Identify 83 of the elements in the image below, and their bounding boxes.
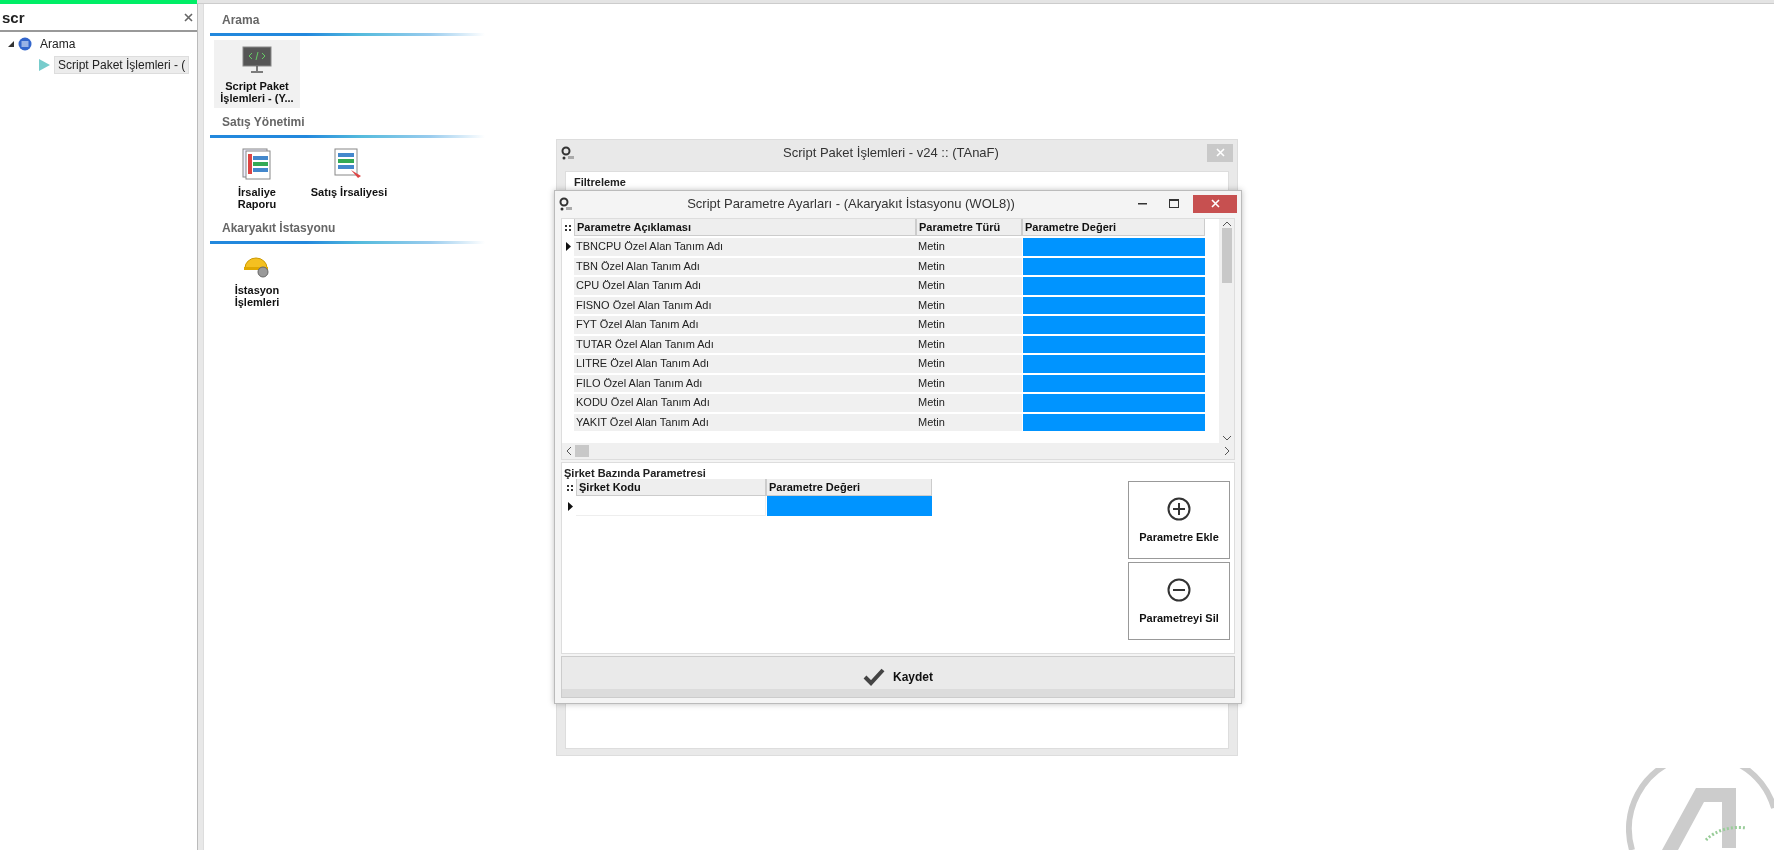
minus-circle-icon (1167, 578, 1191, 602)
table-cell: KODU Özel Alan Tanım Adı (574, 394, 916, 412)
column-header[interactable]: Parametre Değeri (766, 479, 932, 496)
table-cell: Metin (916, 316, 1022, 334)
value-cell[interactable] (1022, 394, 1205, 412)
value-cell[interactable] (1022, 355, 1205, 373)
table-cell: FISNO Özel Alan Tanım Adı (574, 296, 916, 314)
table-cell: TBNCPU Özel Alan Tanım Adı (574, 238, 916, 256)
tree-item[interactable]: Script Paket İşlemleri - ( (54, 55, 190, 74)
value-cell[interactable] (1022, 335, 1205, 353)
splitter[interactable] (197, 4, 204, 850)
column-header[interactable]: Parametre Türü (916, 219, 1022, 236)
table-cell: Metin (916, 277, 1022, 295)
chevron-right-icon (1225, 447, 1230, 455)
menu-tile[interactable]: Satış İrsaliyesi (306, 142, 392, 214)
close-button[interactable] (1207, 143, 1233, 162)
section-title: Akaryakıt İstasyonu (222, 220, 337, 236)
table-cell: Metin (916, 238, 1022, 256)
scrollbar-thumb[interactable] (575, 445, 589, 457)
monitor-code-icon (242, 46, 272, 74)
grip-icon (565, 223, 571, 232)
table-cell: Metin (916, 355, 1022, 373)
table-cell[interactable] (576, 496, 766, 516)
table-cell: FILO Özel Alan Tanım Adı (574, 374, 916, 392)
value-cell[interactable] (1022, 257, 1205, 275)
close-icon (184, 12, 193, 22)
table-cell: TUTAR Özel Alan Tanım Adı (574, 335, 916, 353)
column-header[interactable]: Parametre Değeri (1022, 219, 1205, 236)
tree-item[interactable]: Arama (36, 34, 80, 53)
group-title: Şirket Bazında Parametresi (564, 467, 707, 479)
close-button[interactable] (1193, 194, 1237, 213)
scrollbar[interactable] (562, 443, 1234, 459)
table-cell: CPU Özel Alan Tanım Adı (574, 277, 916, 295)
play-icon (38, 58, 50, 71)
search-query: scr (2, 8, 25, 26)
column-header[interactable]: Şirket Kodu (576, 479, 766, 496)
value-cell[interactable] (1022, 374, 1205, 392)
close-icon (1215, 148, 1225, 157)
add-button[interactable]: Parametre Ekle (1128, 481, 1230, 559)
value-cell[interactable] (1022, 296, 1205, 314)
scrollbar[interactable] (1219, 219, 1234, 443)
close-icon (1210, 199, 1220, 208)
value-cell[interactable] (1022, 238, 1205, 256)
table-cell: LITRE Özel Alan Tanım Adı (574, 355, 916, 373)
column-header[interactable]: Parametre Açıklaması (574, 219, 916, 236)
table-cell: FYT Özel Alan Tanım Adı (574, 316, 916, 334)
menu-tile[interactable]: Script Paket İşlemleri - (Y... (214, 40, 300, 108)
remove-button[interactable]: Parametreyi Sil (1128, 562, 1230, 640)
expanded-arrow-icon[interactable] (8, 40, 14, 47)
gear-icon (559, 196, 573, 211)
section-title: Satış Yönetimi (222, 114, 306, 130)
list-circle-icon (18, 36, 32, 51)
chevron-left-icon (566, 447, 571, 455)
save-button[interactable]: Kaydet (561, 656, 1235, 698)
chevron-down-icon (1222, 436, 1231, 441)
table-cell: Metin (916, 374, 1022, 392)
scrollbar-thumb[interactable] (1221, 228, 1232, 283)
report-icon (242, 148, 272, 180)
value-cell[interactable] (1022, 277, 1205, 295)
value-cell[interactable] (1022, 316, 1205, 334)
table-cell: Metin (916, 257, 1022, 275)
value-cell[interactable] (1022, 413, 1205, 431)
chevron-up-icon (1222, 221, 1231, 226)
minimize-icon (1137, 202, 1147, 205)
table-cell: Metin (916, 296, 1022, 314)
dialog-title: Script Parametre Ayarları - (Akaryakıt İstasyonu (WOL8)) (686, 196, 1016, 211)
table-cell: YAKIT Özel Alan Tanım Adı (574, 413, 916, 431)
plus-circle-icon (1167, 497, 1191, 521)
section-title: Arama (222, 12, 261, 28)
group-title: Filtreleme (574, 176, 626, 188)
menu-tile[interactable]: İstasyon İşlemleri (214, 248, 300, 312)
menu-tile[interactable]: İrsaliye Raporu (214, 142, 300, 214)
table-cell: Metin (916, 413, 1022, 431)
hard-hat-icon (243, 254, 271, 278)
table-cell: Metin (916, 335, 1022, 353)
maximize-icon (1169, 199, 1179, 208)
table-cell: TBN Özel Alan Tanım Adı (574, 257, 916, 275)
window-title: Script Paket İşlemleri - v24 :: (TAnaF) (782, 145, 1000, 160)
value-cell[interactable] (766, 496, 932, 516)
gear-icon (561, 145, 575, 160)
table-cell: Metin (916, 394, 1022, 412)
grip-icon (567, 483, 573, 492)
checkmark-icon (863, 668, 885, 686)
